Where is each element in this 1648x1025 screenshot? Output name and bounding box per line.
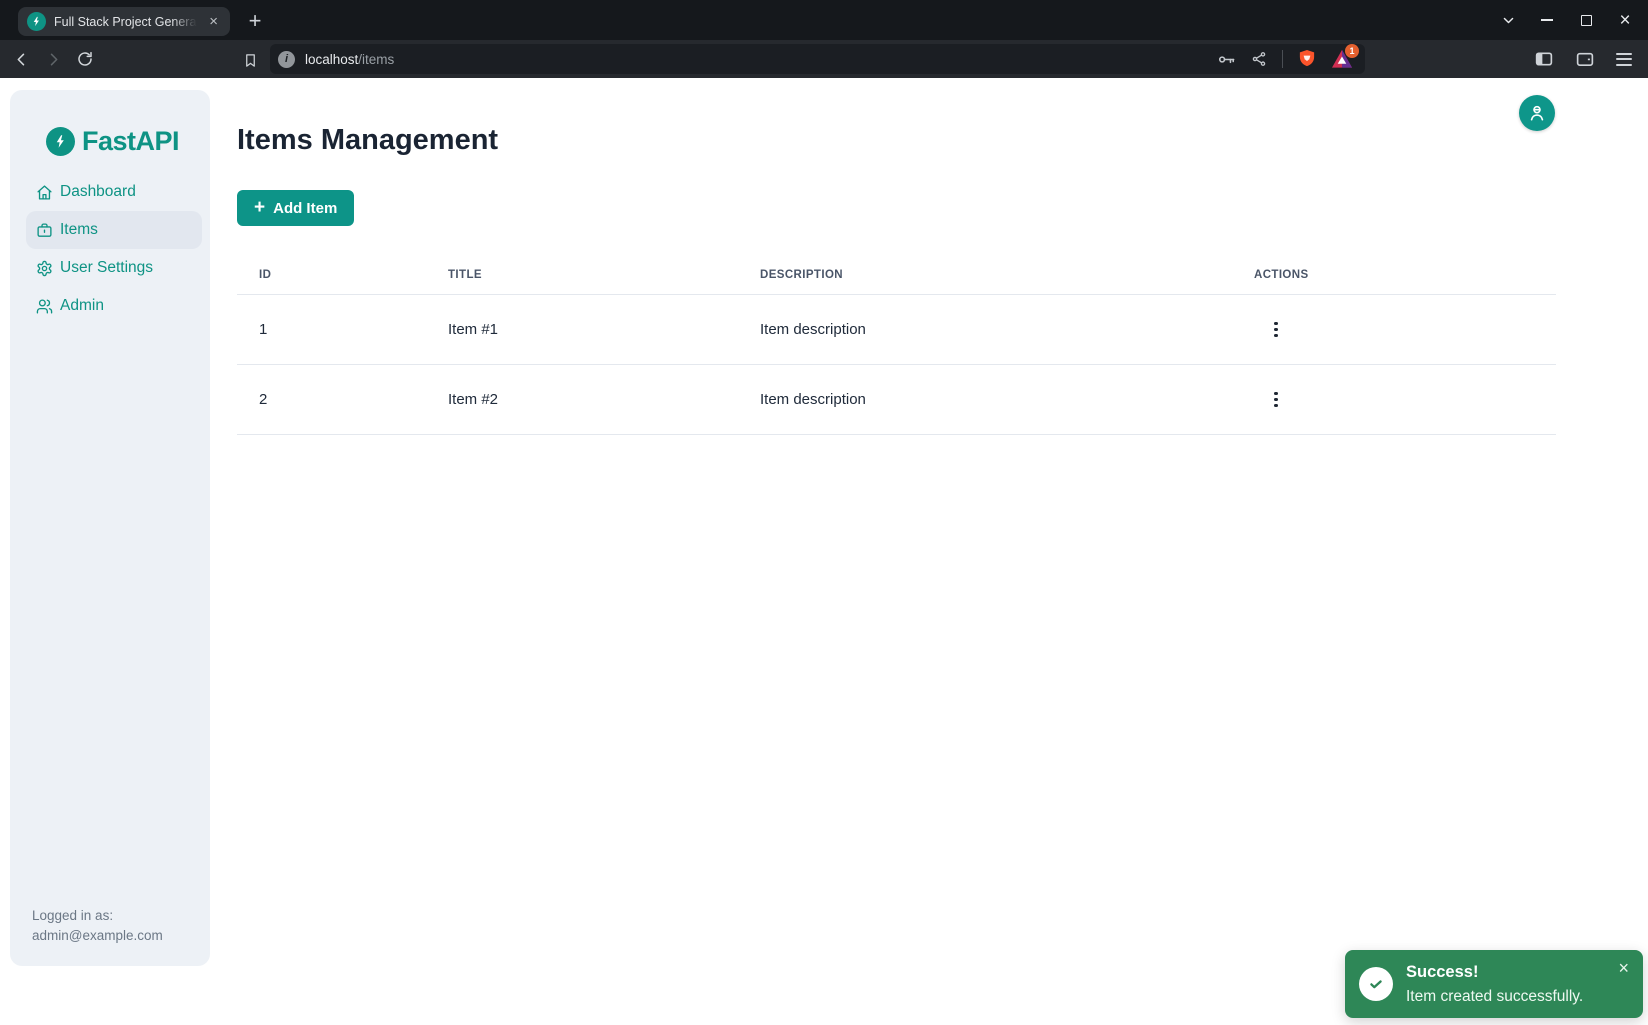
column-header-actions: ACTIONS xyxy=(1232,269,1556,281)
table-row: 2 Item #2 Item description xyxy=(237,365,1556,435)
rewards-badge: 1 xyxy=(1345,44,1359,58)
menu-hamburger-icon[interactable] xyxy=(1616,53,1632,66)
sidebar-item-items[interactable]: Items xyxy=(26,211,202,249)
sidebar-item-label: Admin xyxy=(60,297,104,315)
cell-id: 1 xyxy=(237,321,426,338)
row-actions-kebab-icon[interactable] xyxy=(1264,387,1288,413)
sidebar: FastAPI Dashboard Items User Settings xyxy=(10,90,210,966)
gear-icon xyxy=(36,260,53,277)
sidebar-item-admin[interactable]: Admin xyxy=(26,287,202,325)
briefcase-icon xyxy=(36,222,53,239)
brand-logo: FastAPI xyxy=(46,126,179,157)
browser-tab[interactable]: Full Stack Project Genera × xyxy=(18,7,230,36)
cell-id: 2 xyxy=(237,391,426,408)
tab-close-icon[interactable]: × xyxy=(205,12,222,31)
bookmark-icon[interactable] xyxy=(238,48,262,72)
reload-button[interactable] xyxy=(70,44,100,74)
table-header-row: ID TITLE DESCRIPTION ACTIONS xyxy=(237,255,1556,295)
new-tab-button[interactable]: + xyxy=(240,6,270,36)
brave-rewards-icon[interactable]: 1 xyxy=(1331,49,1353,69)
add-item-label: Add Item xyxy=(273,200,337,217)
user-icon xyxy=(1527,103,1547,123)
sidebar-item-label: Items xyxy=(60,221,98,239)
divider xyxy=(1282,50,1283,68)
address-bar[interactable]: i localhost /items 1 xyxy=(270,44,1365,74)
column-header-title: TITLE xyxy=(426,269,738,281)
sidebar-item-label: Dashboard xyxy=(60,183,136,201)
fastapi-favicon-icon xyxy=(27,12,46,31)
brave-shield-icon[interactable] xyxy=(1298,49,1316,69)
sidebar-item-label: User Settings xyxy=(60,259,153,277)
users-icon xyxy=(36,298,53,315)
share-icon[interactable] xyxy=(1251,51,1267,67)
plus-icon: + xyxy=(254,198,265,217)
success-toast: Success! Item created successfully. × xyxy=(1345,950,1643,1018)
tab-search-chevron-icon[interactable] xyxy=(1495,7,1521,33)
window-close-button[interactable]: × xyxy=(1612,7,1638,33)
add-item-button[interactable]: + Add Item xyxy=(237,190,354,226)
toast-close-icon[interactable]: × xyxy=(1615,956,1632,980)
window-maximize-button[interactable] xyxy=(1573,7,1599,33)
wallet-icon[interactable] xyxy=(1575,50,1595,68)
brand-name: FastAPI xyxy=(82,126,179,157)
fastapi-bolt-icon xyxy=(46,127,75,156)
logged-in-footer: Logged in as: admin@example.com xyxy=(32,906,163,946)
browser-tab-bar: Full Stack Project Genera × + × xyxy=(0,0,1648,40)
logged-in-email: admin@example.com xyxy=(32,926,163,946)
cell-title: Item #1 xyxy=(426,321,738,338)
sidebar-item-user-settings[interactable]: User Settings xyxy=(26,249,202,287)
toast-title: Success! xyxy=(1406,963,1478,982)
table-row: 1 Item #1 Item description xyxy=(237,295,1556,365)
tab-title: Full Stack Project Genera xyxy=(54,15,197,29)
home-icon xyxy=(36,184,53,201)
page-content: FastAPI Dashboard Items User Settings xyxy=(0,78,1648,1025)
check-circle-icon xyxy=(1359,967,1393,1001)
toast-message: Item created successfully. xyxy=(1406,988,1583,1006)
column-header-id: ID xyxy=(237,269,426,281)
sidebar-panel-icon[interactable] xyxy=(1534,50,1554,68)
url-host: localhost xyxy=(305,52,358,67)
window-minimize-button[interactable] xyxy=(1534,7,1560,33)
password-key-icon[interactable] xyxy=(1217,50,1236,69)
items-table: ID TITLE DESCRIPTION ACTIONS 1 Item #1 I… xyxy=(237,255,1556,435)
cell-description: Item description xyxy=(738,391,1232,408)
url-path: /items xyxy=(358,52,394,67)
cell-description: Item description xyxy=(738,321,1232,338)
cell-title: Item #2 xyxy=(426,391,738,408)
logged-in-label: Logged in as: xyxy=(32,906,163,926)
column-header-description: DESCRIPTION xyxy=(738,269,1232,281)
user-avatar-button[interactable] xyxy=(1519,95,1555,131)
page-title: Items Management xyxy=(237,124,498,157)
forward-button[interactable] xyxy=(38,44,68,74)
sidebar-nav: Dashboard Items User Settings Admin xyxy=(10,173,210,325)
back-button[interactable] xyxy=(6,44,36,74)
site-info-icon[interactable]: i xyxy=(278,51,295,68)
row-actions-kebab-icon[interactable] xyxy=(1264,317,1288,343)
sidebar-item-dashboard[interactable]: Dashboard xyxy=(26,173,202,211)
